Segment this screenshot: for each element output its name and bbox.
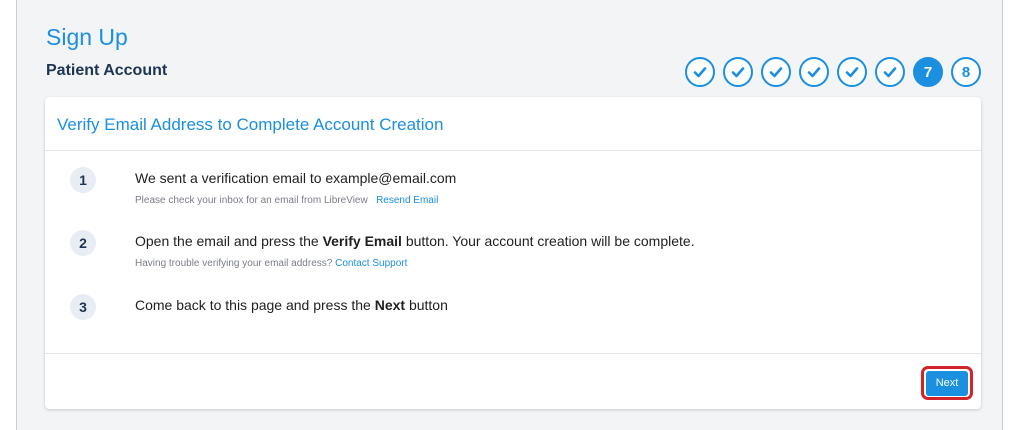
- instruction-text-after: button: [405, 297, 448, 313]
- instruction-subtext-label: Having trouble verifying your email addr…: [135, 258, 333, 269]
- step-2-complete: [723, 57, 753, 87]
- step-3-complete: [761, 57, 791, 87]
- step-7-current: 7: [913, 57, 943, 87]
- check-icon: [769, 67, 783, 78]
- step-6-complete: [875, 57, 905, 87]
- instruction-text-bold: Verify Email: [322, 233, 402, 249]
- step-5-complete: [837, 57, 867, 87]
- instruction-text-after: button. Your account creation will be co…: [401, 233, 695, 249]
- step-4-complete: [799, 57, 829, 87]
- check-icon: [883, 67, 897, 78]
- instruction-text-bold: Next: [374, 297, 406, 313]
- next-button[interactable]: Next: [926, 370, 968, 396]
- card-footer: Next: [45, 353, 981, 409]
- card-heading: Verify Email Address to Complete Account…: [45, 97, 981, 151]
- check-icon: [693, 67, 707, 78]
- instruction-subtext-label: Please check your inbox for an email fro…: [135, 195, 368, 206]
- contact-support-link[interactable]: Contact Support: [335, 258, 407, 269]
- step-8-upcoming: 8: [951, 57, 981, 87]
- check-icon: [731, 67, 745, 78]
- step-number-badge: 1: [70, 167, 96, 193]
- page-title: Sign Up: [46, 24, 128, 50]
- instruction-text: We sent a verification email to example@…: [135, 170, 457, 186]
- step-1-complete: [685, 57, 715, 87]
- instruction-text: Come back to this page and press the Nex…: [135, 297, 448, 313]
- instruction-subtext: Having trouble verifying your email addr…: [135, 258, 407, 269]
- resend-email-link[interactable]: Resend Email: [376, 195, 438, 206]
- next-button-highlight: Next: [921, 366, 973, 400]
- verify-email-card: Verify Email Address to Complete Account…: [45, 97, 981, 409]
- instruction-text-before: Open the email and press the: [135, 233, 323, 249]
- instruction-text-before: Come back to this page and press the: [135, 297, 375, 313]
- instruction-text: Open the email and press the Verify Emai…: [135, 233, 695, 249]
- step-number-badge: 3: [70, 294, 96, 320]
- page-subtitle: Patient Account: [46, 62, 168, 79]
- instruction-subtext: Please check your inbox for an email fro…: [135, 195, 438, 206]
- progress-stepper: 7 8: [685, 57, 981, 87]
- check-icon: [845, 67, 859, 78]
- check-icon: [807, 67, 821, 78]
- step-number-badge: 2: [70, 230, 96, 256]
